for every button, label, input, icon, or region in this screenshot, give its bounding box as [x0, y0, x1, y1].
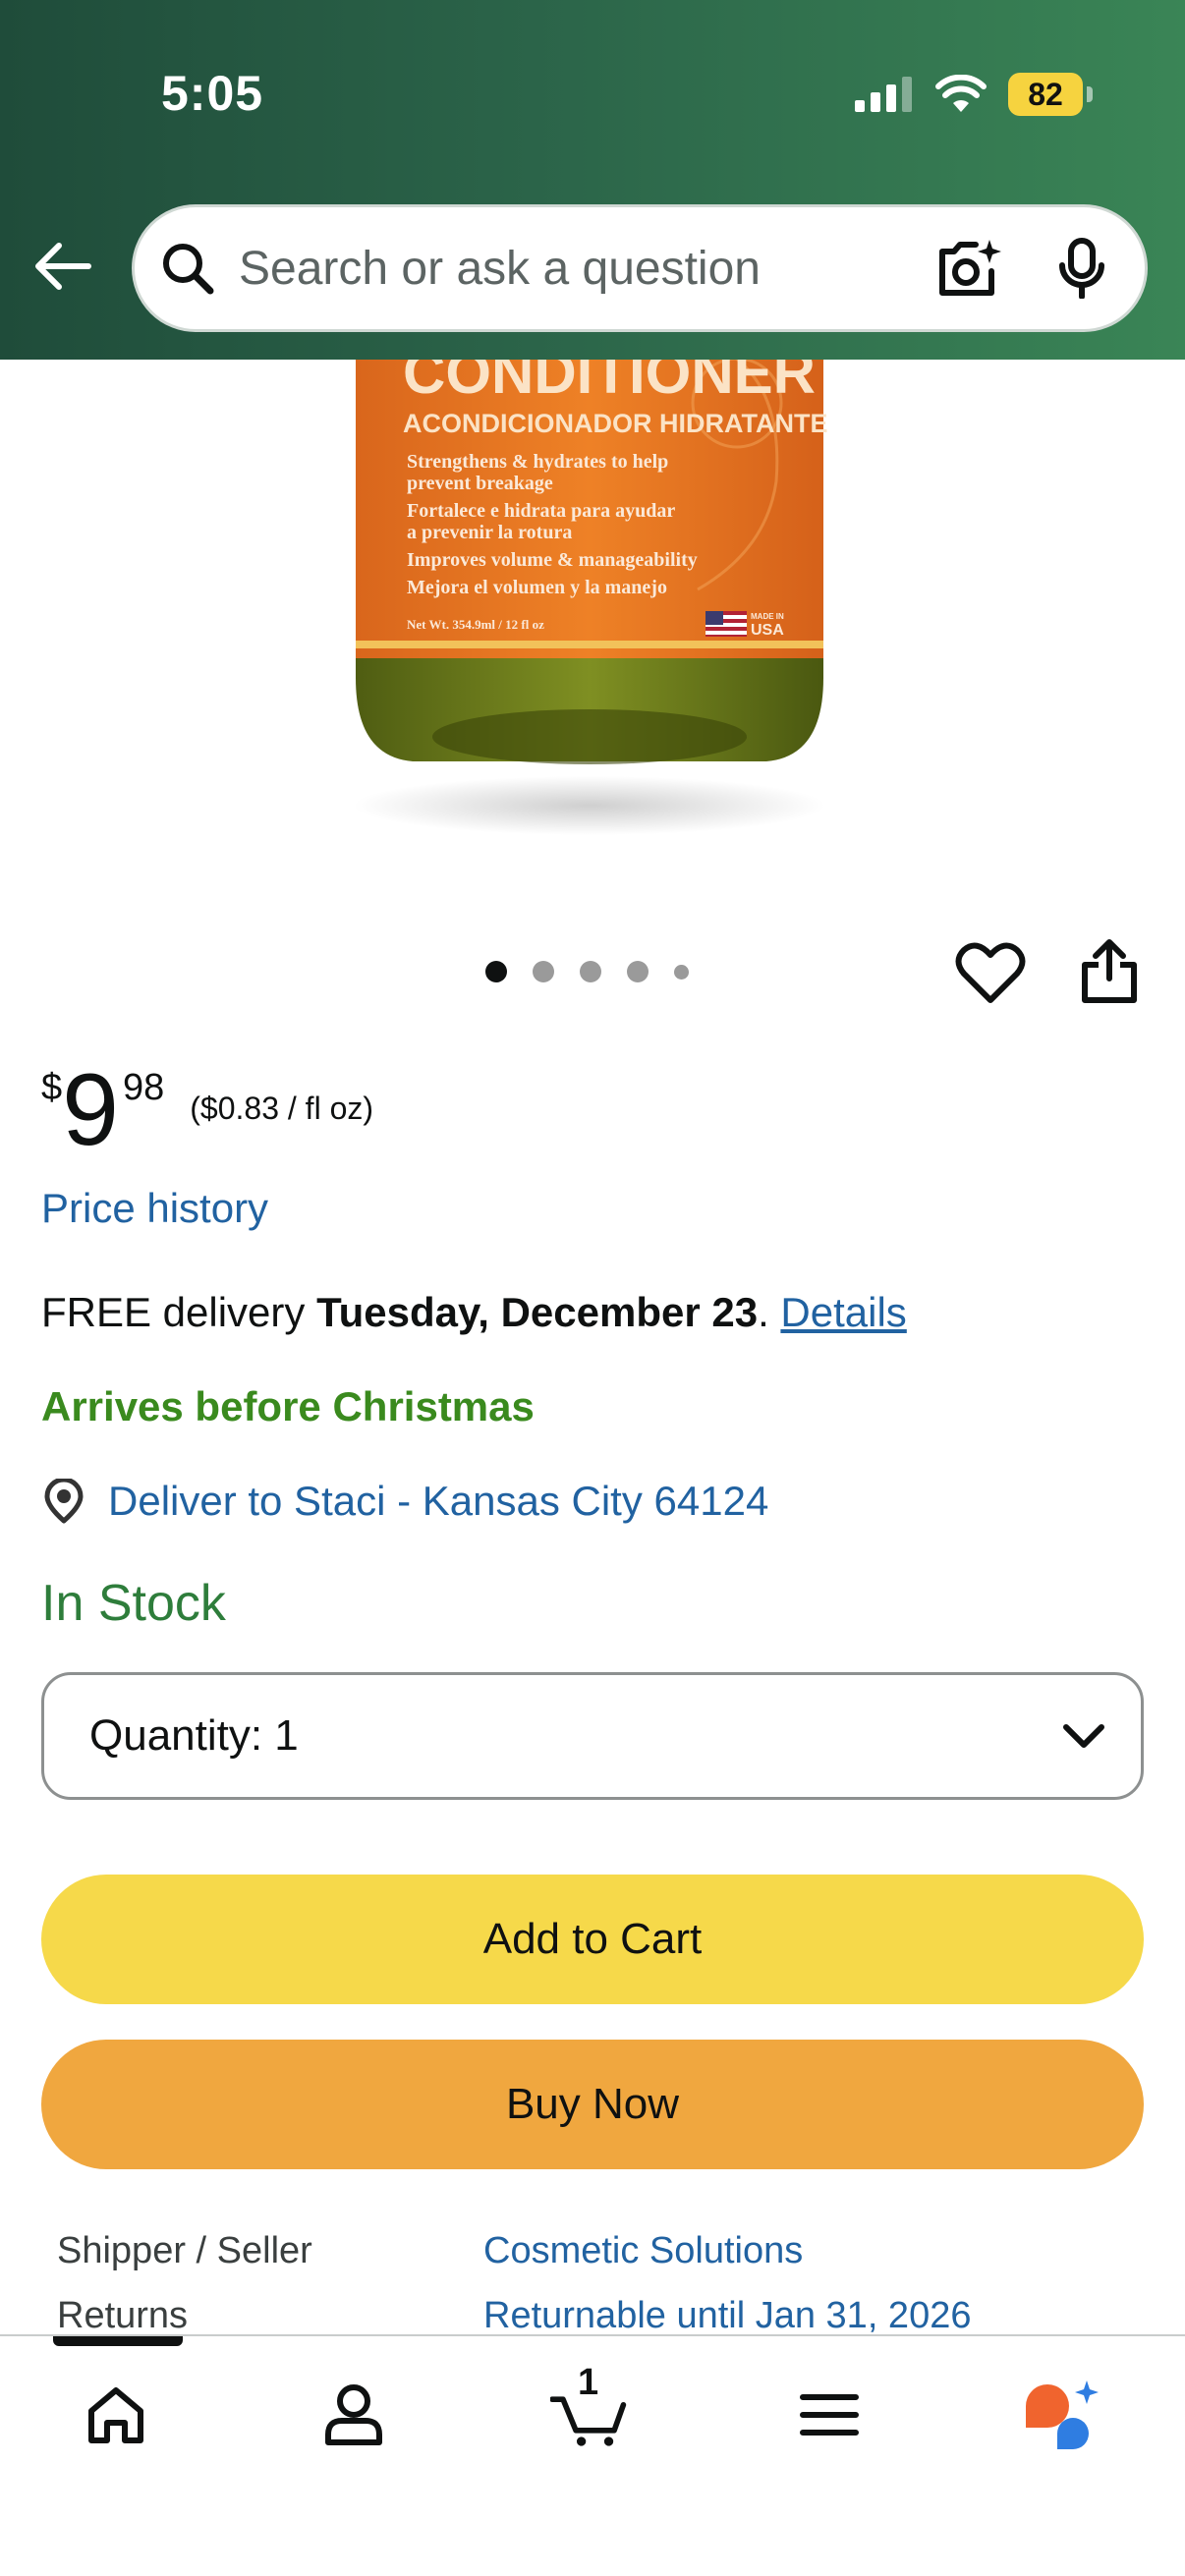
arrives-before-christmas: Arrives before Christmas — [41, 1383, 535, 1429]
back-button[interactable] — [29, 232, 98, 301]
share-icon — [1082, 939, 1137, 1003]
battery-indicator: 82 — [1008, 73, 1093, 116]
deliver-to-location[interactable]: Deliver to Staci - Kansas City 64124 — [41, 1478, 768, 1525]
price-history-link[interactable]: Price history — [41, 1185, 268, 1232]
label-line-3: Fortalece e hidrata para ayudar — [407, 500, 675, 522]
label-made-in: MADE IN — [751, 612, 784, 621]
carousel-dot[interactable] — [674, 964, 689, 980]
label-line-1: Strengthens & hydrates to help — [407, 451, 668, 473]
price-currency: $ — [41, 1067, 63, 1108]
delivery-date: Tuesday, December 23 — [316, 1289, 759, 1335]
cart-count-badge: 1 — [578, 2362, 599, 2403]
search-bar[interactable] — [132, 204, 1148, 332]
conditioner-bottle-illustration: CONDITIONER ACONDICIONADOR HIDRATANTE St… — [354, 295, 827, 835]
share-button[interactable] — [1079, 939, 1140, 1004]
rufus-assistant-icon — [1026, 2380, 1099, 2449]
label-line-5: Improves volume & manageability — [407, 549, 698, 571]
back-arrow-icon — [35, 243, 91, 290]
carousel-dot[interactable] — [533, 961, 554, 982]
nav-home[interactable] — [77, 2376, 155, 2454]
label-line-2: prevent breakage — [407, 473, 553, 494]
account-icon — [325, 2384, 382, 2445]
label-usa: USA — [751, 622, 784, 639]
buy-now-button[interactable]: Buy Now — [41, 2040, 1144, 2169]
status-icons: 82 — [855, 73, 1093, 116]
returns-link[interactable]: Returnable until Jan 31, 2026 — [483, 2295, 971, 2337]
quantity-select[interactable]: Quantity: 1 — [41, 1672, 1144, 1800]
active-tab-indicator — [53, 2336, 183, 2346]
app-header: 5:05 82 — [0, 0, 1185, 360]
add-to-cart-button[interactable]: Add to Cart — [41, 1875, 1144, 2004]
quantity-label: Quantity: 1 — [89, 1711, 299, 1760]
search-icon — [163, 244, 214, 295]
info-row-returns: Returns Returnable until Jan 31, 2026 — [57, 2295, 971, 2337]
delivery-period: . — [758, 1289, 769, 1335]
location-pin-icon — [44, 1479, 84, 1524]
add-to-wishlist-button[interactable] — [955, 941, 1026, 1006]
carousel-dot[interactable] — [580, 961, 601, 982]
label-subtitle: ACONDICIONADOR HIDRATANTE — [403, 409, 827, 438]
label-line-4: a prevenir la rotura — [407, 522, 572, 543]
delivery-details-link[interactable]: Details — [780, 1289, 906, 1335]
menu-icon — [800, 2394, 859, 2436]
nav-menu[interactable] — [790, 2376, 869, 2454]
product-price: $ 9 98 ($0.83 / fl oz) — [41, 1055, 373, 1161]
stock-status: In Stock — [41, 1575, 226, 1632]
nav-account[interactable] — [314, 2376, 393, 2454]
cellular-signal-icon — [855, 77, 912, 112]
us-flag-icon — [705, 611, 747, 637]
home-icon — [88, 2387, 143, 2443]
nav-cart[interactable]: 1 — [550, 2362, 629, 2454]
price-fraction: 98 — [122, 1067, 165, 1108]
delivery-prefix: FREE delivery — [41, 1289, 317, 1335]
microphone-icon[interactable] — [1058, 238, 1105, 299]
deliver-to-label[interactable]: Deliver to Staci - Kansas City 64124 — [108, 1478, 768, 1525]
info-row-seller: Shipper / Seller Cosmetic Solutions — [57, 2230, 803, 2272]
info-label: Returns — [57, 2295, 189, 2336]
carousel-dot[interactable] — [485, 961, 507, 982]
wifi-icon — [935, 75, 987, 112]
price-per-unit: ($0.83 / fl oz) — [190, 1091, 374, 1126]
chevron-down-icon — [1063, 1724, 1104, 1748]
camera-search-icon[interactable] — [936, 238, 1001, 299]
label-net-weight: Net Wt. 354.9ml / 12 fl oz — [407, 617, 544, 632]
delivery-info: FREE delivery Tuesday, December 23. Deta… — [41, 1289, 907, 1336]
status-time: 5:05 — [161, 66, 264, 121]
carousel-dot[interactable] — [627, 961, 649, 982]
price-whole: 9 — [62, 1053, 119, 1167]
search-input[interactable] — [239, 241, 936, 296]
seller-link[interactable]: Cosmetic Solutions — [483, 2230, 803, 2272]
info-label: Shipper / Seller — [57, 2230, 312, 2271]
nav-rufus-assistant[interactable] — [1022, 2376, 1100, 2454]
label-line-6: Mejora el volumen y la manejo — [407, 577, 667, 598]
heart-icon — [955, 942, 1026, 1003]
product-image[interactable]: CONDITIONER ACONDICIONADOR HIDRATANTE St… — [344, 295, 835, 845]
battery-level: 82 — [1028, 76, 1063, 112]
image-carousel-indicator[interactable] — [485, 961, 689, 982]
bottom-navigation: 1 — [0, 2334, 1185, 2576]
